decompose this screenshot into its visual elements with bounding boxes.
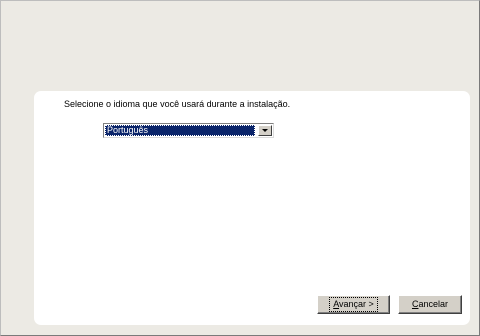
language-panel: Selecione o idioma que você usará durant… (34, 91, 470, 325)
cancel-button-label: Cancelar (411, 299, 449, 309)
cancel-button[interactable]: Cancelar (398, 295, 462, 314)
language-select-value[interactable]: Português (105, 125, 255, 136)
next-button[interactable]: Avançar > (317, 295, 390, 314)
next-button-label: Avançar > (329, 297, 378, 312)
language-prompt: Selecione o idioma que você usará durant… (64, 99, 291, 109)
chevron-down-icon[interactable] (258, 125, 272, 136)
language-select[interactable]: Português (103, 123, 274, 138)
installer-window: Selecione o idioma que você usará durant… (0, 0, 480, 336)
